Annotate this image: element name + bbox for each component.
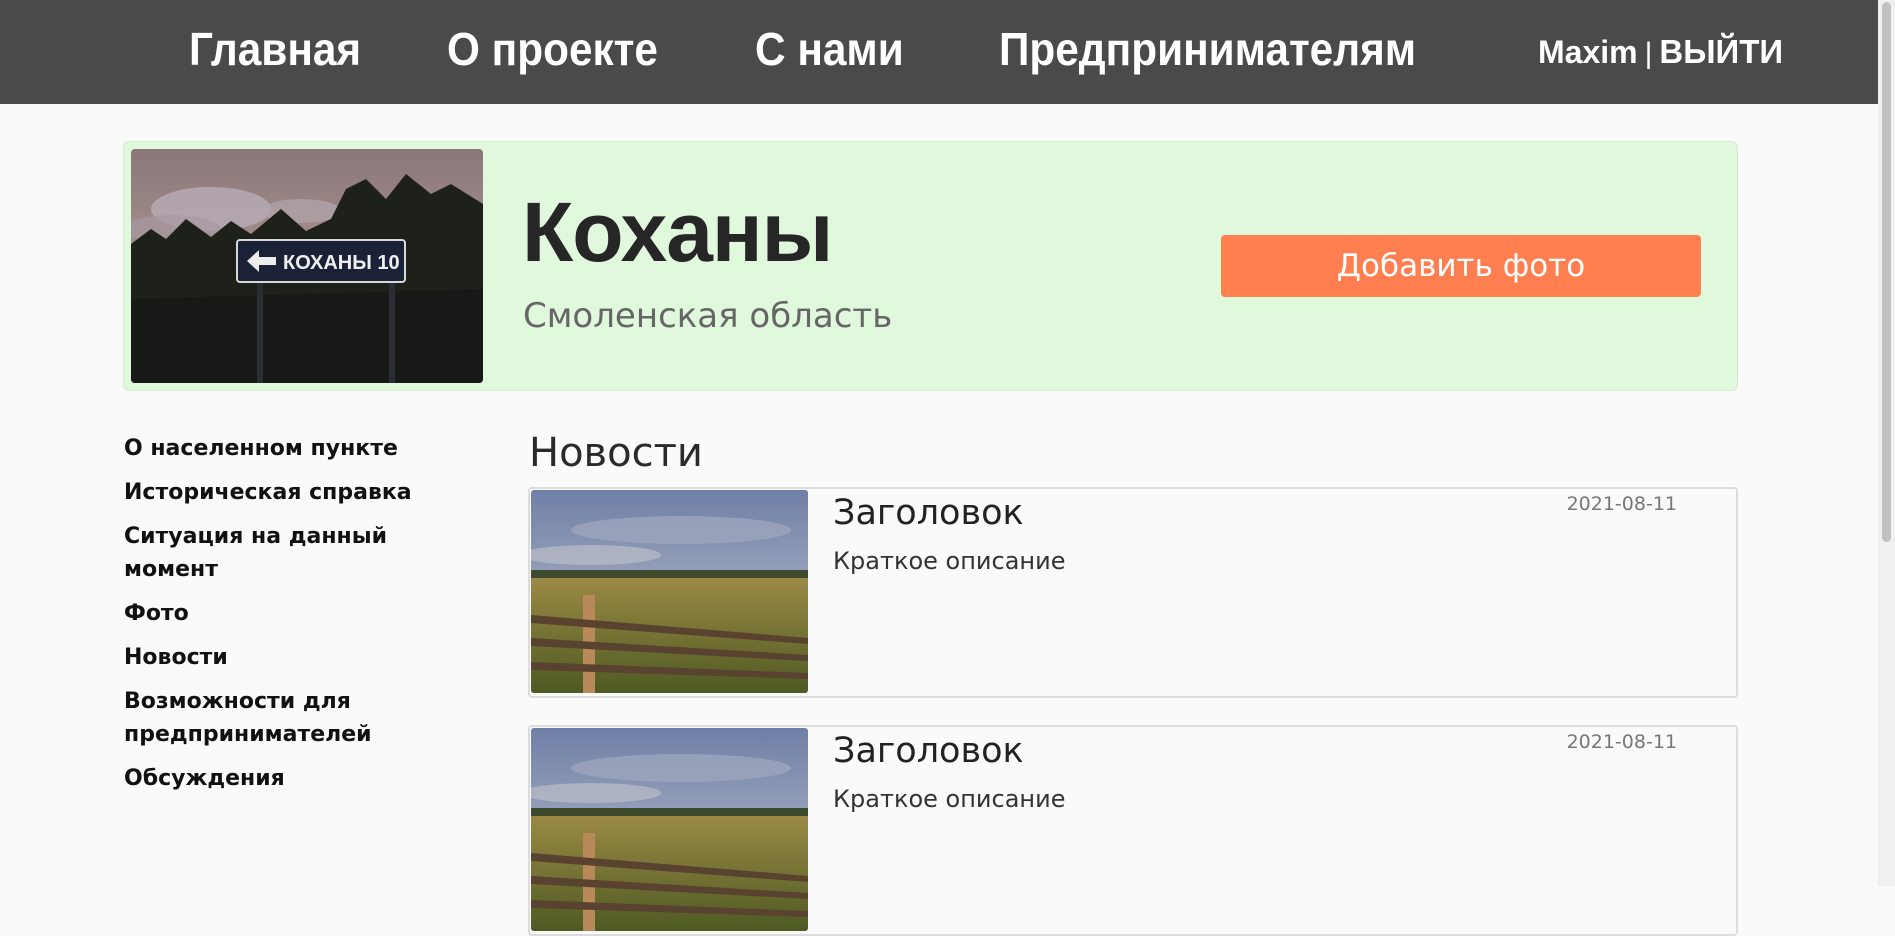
settlement-sidebar: О населенном пункте Историческая справка… — [124, 432, 424, 806]
sidebar-item-discussions[interactable]: Обсуждения — [124, 762, 424, 795]
sidebar-item-photo[interactable]: Фото — [124, 597, 424, 630]
news-card[interactable]: Заголовок Краткое описание 2021-08-11 — [528, 487, 1738, 698]
news-thumbnail — [531, 728, 808, 931]
news-thumbnail — [531, 490, 808, 693]
sidebar-item-about-settlement[interactable]: О населенном пункте — [124, 432, 424, 465]
sign-text: КОХАНЫ 10 — [283, 252, 400, 274]
sidebar-item-history[interactable]: Историческая справка — [124, 476, 424, 509]
news-description: Краткое описание — [833, 785, 1066, 813]
top-navbar: Главная О проекте С нами Предпринимателя… — [0, 0, 1878, 104]
news-title[interactable]: Заголовок — [833, 731, 1024, 771]
username-link[interactable]: Maxim — [1538, 34, 1638, 70]
nav-entrepreneurs-link[interactable]: Предпринимателям — [999, 0, 1416, 104]
settlement-photo: КОХАНЫ 10 — [131, 149, 483, 383]
user-block: Maxim | ВЫЙТИ — [1538, 0, 1783, 104]
news-date: 2021-08-11 — [1566, 493, 1677, 515]
settlement-region: Смоленская область — [523, 296, 893, 336]
sidebar-item-news[interactable]: Новости — [124, 641, 424, 674]
user-separator: | — [1644, 37, 1653, 70]
news-card[interactable]: Заголовок Краткое описание 2021-08-11 — [528, 725, 1738, 936]
nav-with-us-link[interactable]: С нами — [755, 0, 904, 104]
nav-home-link[interactable]: Главная — [189, 0, 361, 104]
nav-about-link[interactable]: О проекте — [447, 0, 658, 104]
settlement-title: Коханы — [522, 185, 833, 279]
add-photo-button[interactable]: Добавить фото — [1221, 235, 1701, 297]
page-scrollbar[interactable] — [1878, 0, 1895, 886]
sidebar-item-current-situation[interactable]: Ситуация на данный момент — [124, 520, 424, 586]
logout-link[interactable]: ВЫЙТИ — [1659, 33, 1783, 70]
news-description: Краткое описание — [833, 547, 1066, 575]
news-date: 2021-08-11 — [1566, 731, 1677, 753]
scrollbar-thumb[interactable] — [1882, 2, 1891, 542]
news-title[interactable]: Заголовок — [833, 493, 1024, 533]
settlement-header-card: КОХАНЫ 10 Коханы Смоленская область Доба… — [123, 141, 1738, 391]
news-heading: Новости — [529, 430, 703, 476]
sidebar-item-entrepreneurs[interactable]: Возможности для предпринимателей — [124, 685, 424, 751]
